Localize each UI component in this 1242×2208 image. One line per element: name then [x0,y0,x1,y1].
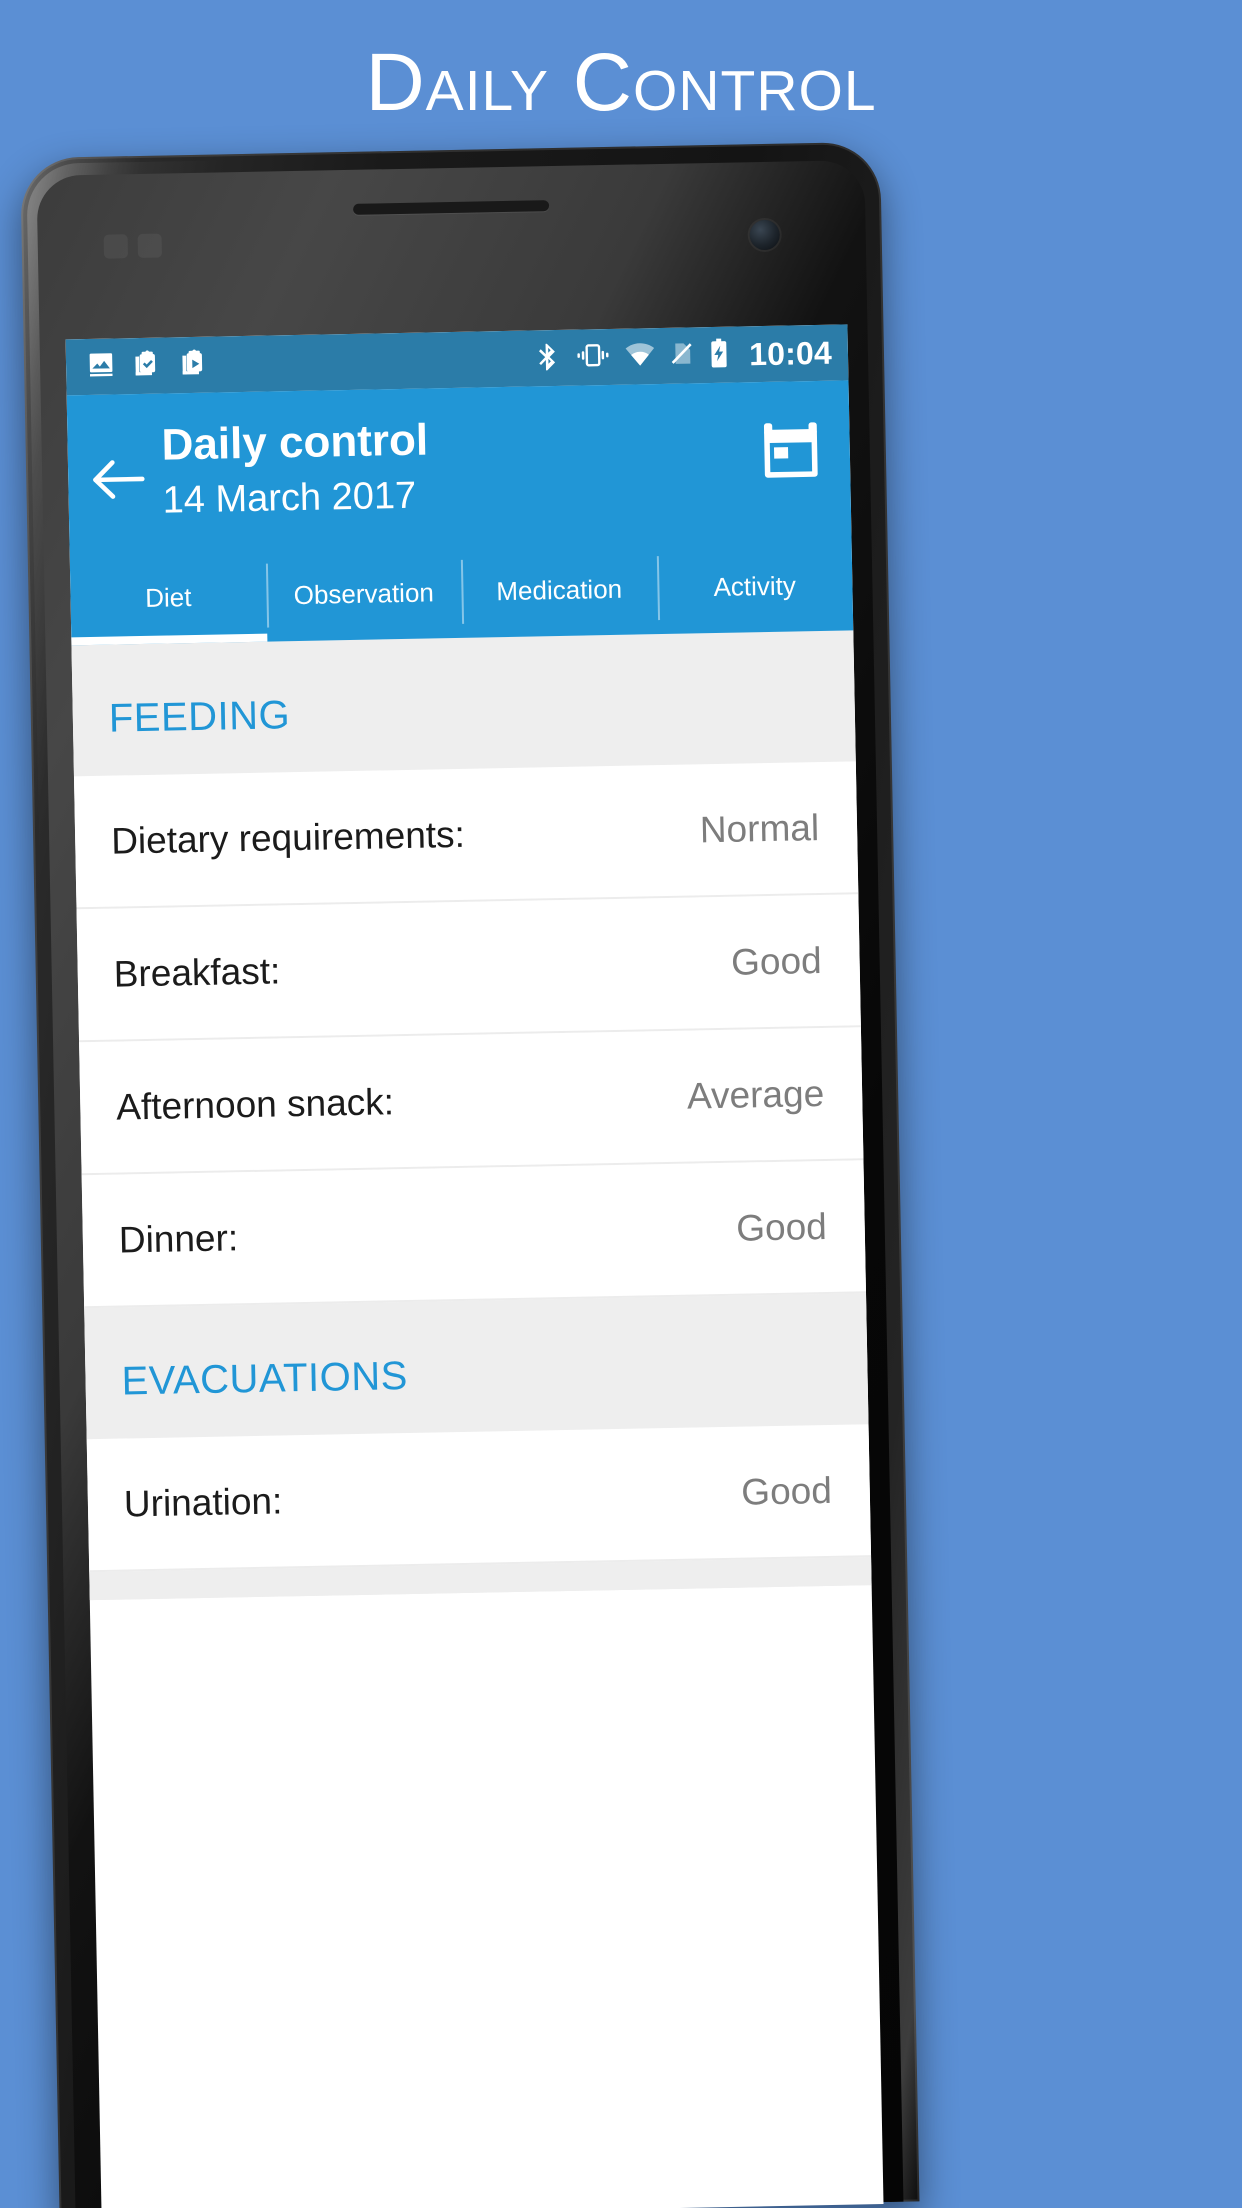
status-bar-system-icons: 10:04 [534,334,832,377]
app-bar-main: Daily control 14 March 2017 [67,380,852,553]
promo-title: Daily Control [365,37,877,128]
app-bar: Daily control 14 March 2017 Diet Observa… [66,380,854,646]
row-label: Dinner: [118,1216,239,1261]
section-header-feeding: FEEDING [71,630,856,777]
table-row[interactable]: Afternoon snack: Average [79,1027,864,1176]
tab-bar: Diet Observation Medication Activity [70,538,854,646]
table-row[interactable]: Breakfast: Good [76,894,861,1043]
row-label: Urination: [123,1479,283,1525]
phone-device-frame: 10:04 Daily control 14 March 2017 Diet O… [20,141,920,2208]
light-sensor [137,233,163,259]
battery-charging-icon [708,337,731,372]
calendar-icon [758,422,824,490]
front-camera [749,219,780,251]
status-bar-clock: 10:04 [748,334,833,372]
tab-diet-label: Diet [144,581,192,613]
tab-medication[interactable]: Medication [461,542,658,638]
tab-activity-label: Activity [713,569,797,602]
back-arrow-icon [90,460,146,507]
tab-medication-label: Medication [496,573,623,606]
row-value: Good [730,939,823,983]
table-row[interactable]: Urination: Good [86,1424,872,1573]
row-value: Good [735,1205,828,1249]
tab-observation-label: Observation [293,576,435,610]
row-label: Breakfast: [113,949,281,995]
tab-diet[interactable]: Diet [70,550,267,646]
app-bar-subtitle: 14 March 2017 [162,474,417,522]
calendar-button[interactable] [757,407,829,491]
section-header-evacuations: EVACUATIONS [84,1293,869,1440]
app-bar-title: Daily control [161,415,429,470]
clipboard-play-icon [180,347,211,383]
earpiece-speaker [353,200,550,215]
no-sim-icon [669,338,696,373]
wifi-icon [624,339,657,375]
app-bar-titles: Daily control 14 March 2017 [151,408,759,526]
tab-activity[interactable]: Activity [656,538,853,634]
row-value: Good [740,1469,833,1513]
clipboard-check-icon [133,348,164,384]
bluetooth-icon [534,340,563,376]
phone-screen: 10:04 Daily control 14 March 2017 Diet O… [65,324,884,2208]
row-label: Afternoon snack: [115,1080,395,1128]
status-bar-notifications [86,347,211,384]
table-row[interactable]: Dinner: Good [81,1160,867,1309]
tab-observation[interactable]: Observation [265,546,462,642]
content-list: FEEDING Dietary requirements: Normal Bre… [71,630,872,1601]
row-label: Dietary requirements: [110,813,466,862]
proximity-sensor [103,234,129,259]
row-value: Average [686,1072,825,1117]
row-value: Normal [699,806,820,850]
vibrate-icon [575,339,612,375]
back-button[interactable] [89,420,153,508]
image-icon [86,349,117,385]
table-row[interactable]: Dietary requirements: Normal [73,761,859,910]
